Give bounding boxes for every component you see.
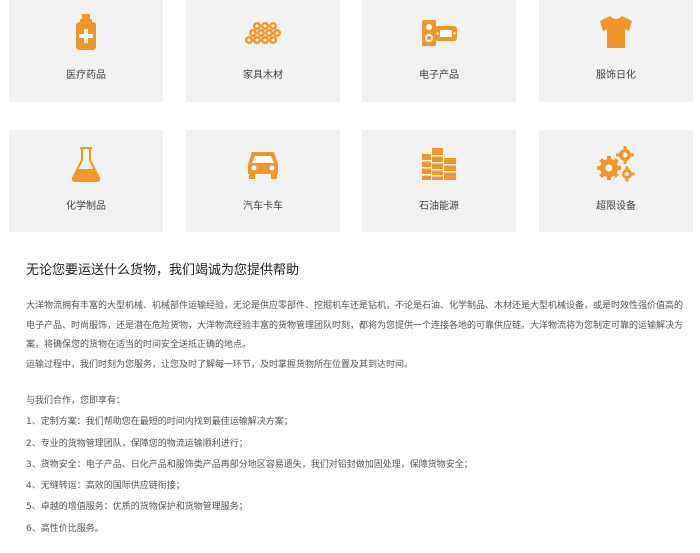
benefit-item: 4、无缝转运：高效的国际供应链衔接；: [26, 481, 185, 492]
benefit-item: 6、高性价比服务。: [26, 523, 104, 534]
category-card-medicine[interactable]: 医疗药品: [9, 0, 163, 102]
medicine-bottle-icon: [66, 12, 106, 52]
oil-tanks-icon: [419, 144, 459, 184]
category-label: 汽车卡车: [243, 201, 283, 212]
category-label: 超限设备: [596, 201, 636, 212]
category-card-oil-energy[interactable]: 石油能源: [362, 130, 516, 232]
service-paragraph: 运输过程中，我们时刻为您服务，让您及时了解每一环节，及时掌握货物所在位置及其到达…: [26, 359, 414, 370]
category-card-furniture-timber[interactable]: 家具木材: [186, 0, 340, 102]
article-section: 无论您要运送什么货物，我们竭诚为您提供帮助 大洋物流拥有丰富的大型机械、机械部件…: [26, 262, 686, 540]
benefit-item: 1、定制方案：我们帮助您在最短的时间内找到最佳运输解决方案；: [26, 417, 293, 428]
electronics-icon: [419, 12, 459, 52]
category-card-vehicles[interactable]: 汽车卡车: [186, 130, 340, 232]
category-card-electronics[interactable]: 电子产品: [362, 0, 516, 102]
category-label: 医疗药品: [66, 70, 106, 81]
benefit-item: 5、卓越的增值服务：优质的货物保护和货物管理服务；: [26, 502, 248, 513]
benefits-title: 与我们合作，您即享有：: [26, 396, 126, 406]
flask-icon: [66, 144, 106, 184]
timber-logs-icon: [243, 12, 283, 52]
intro-paragraph: 大洋物流拥有丰富的大型机械、机械部件运输经验，无论是供应零部件、挖掘机车还是钻机…: [26, 301, 684, 350]
category-label: 电子产品: [419, 70, 459, 81]
benefit-item: 2、专业的货物管理团队，保障您的物流运输顺利进行；: [26, 438, 248, 449]
gears-icon: [596, 144, 636, 184]
section-heading: 无论您要运送什么货物，我们竭诚为您提供帮助: [26, 263, 300, 278]
category-label: 化学制品: [66, 201, 106, 212]
benefit-item: 3、货物安全：电子产品、日化产品和服饰类产品再部分地区容易遗失，我们对铅封做加固…: [26, 459, 473, 470]
category-label: 服饰日化: [596, 70, 636, 81]
category-card-oversized-equipment[interactable]: 超限设备: [539, 130, 693, 232]
car-icon: [243, 144, 283, 184]
category-label: 家具木材: [243, 70, 283, 81]
category-card-apparel[interactable]: 服饰日化: [539, 0, 693, 102]
tshirt-icon: [596, 12, 636, 52]
category-card-chemicals[interactable]: 化学制品: [9, 130, 163, 232]
category-label: 石油能源: [419, 201, 459, 212]
